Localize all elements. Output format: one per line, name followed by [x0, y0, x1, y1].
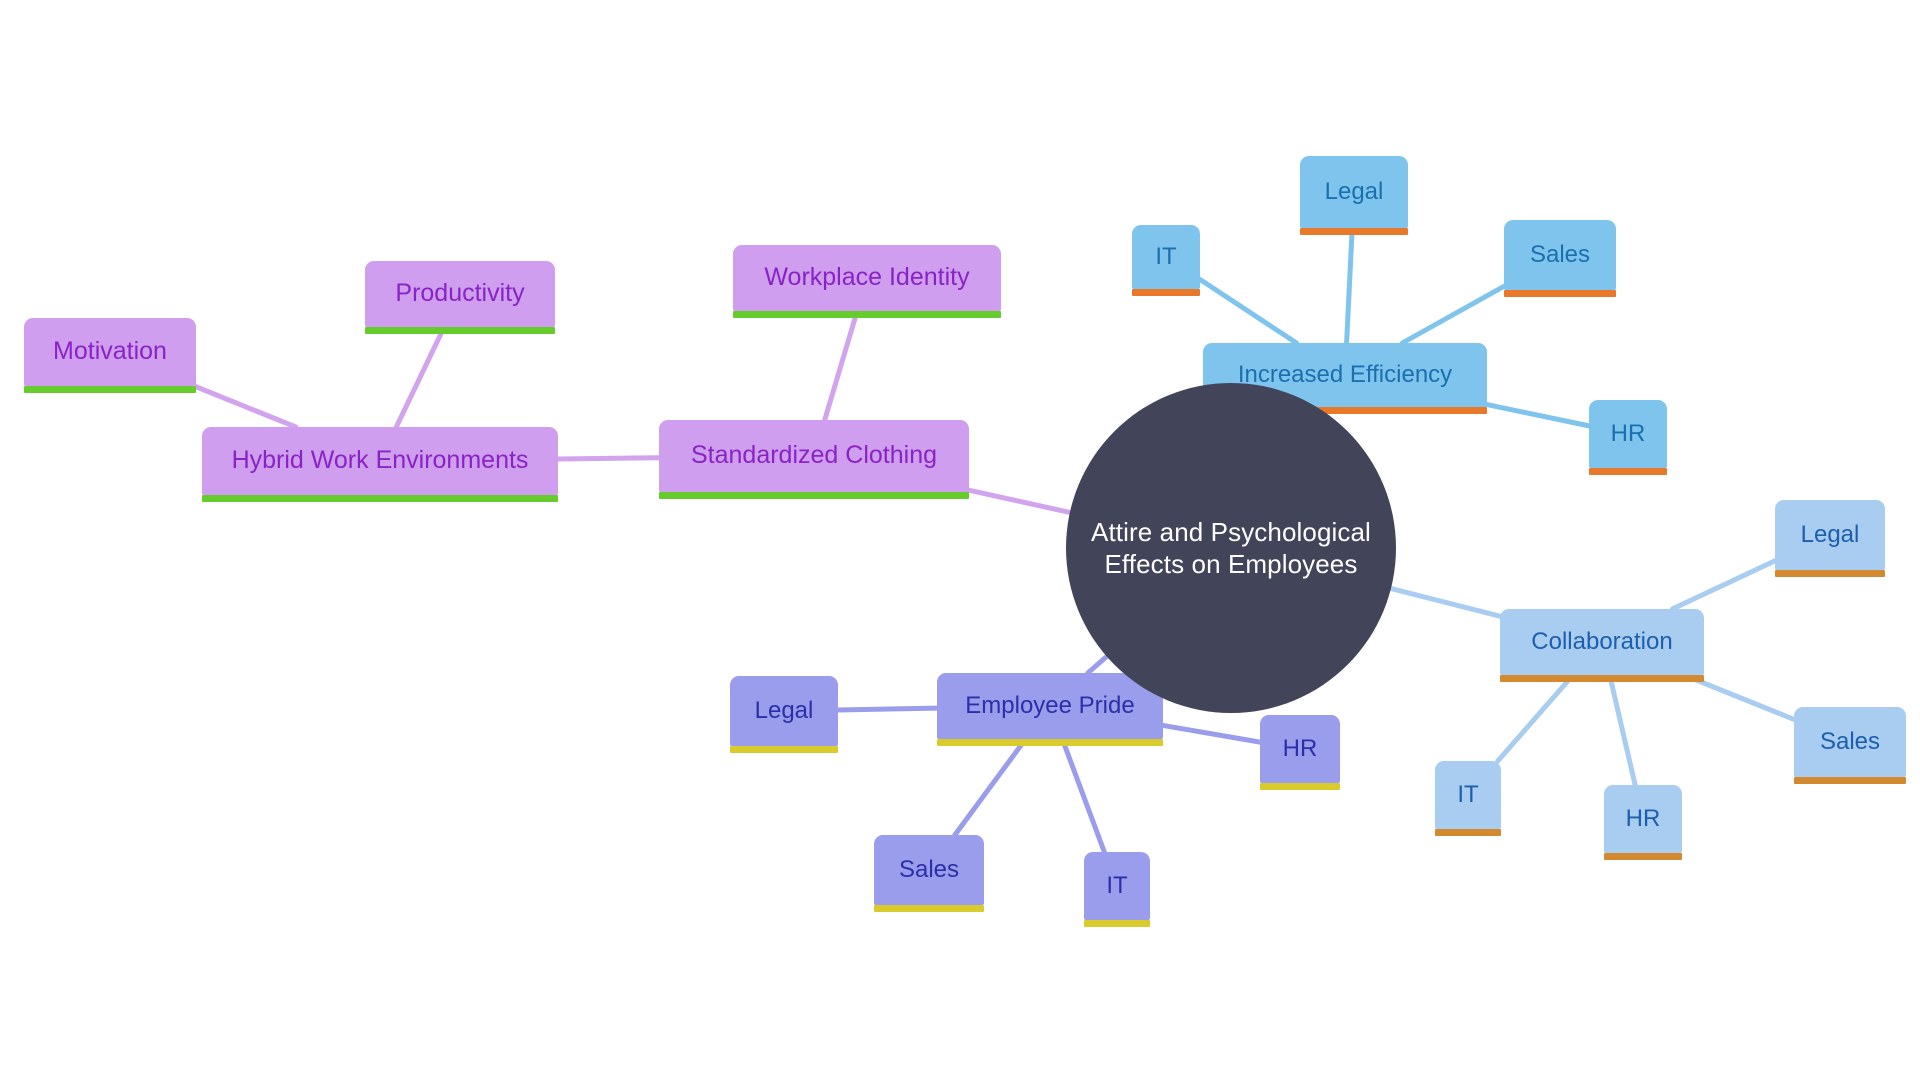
- node-label: Collaboration: [1531, 627, 1673, 655]
- mindmap-node-pride-it[interactable]: IT: [1084, 852, 1150, 927]
- node-underline: [365, 327, 555, 334]
- node-label: Standardized Clothing: [691, 441, 937, 470]
- node-underline: [1504, 290, 1616, 297]
- node-label: Productivity: [395, 279, 525, 308]
- mindmap-node-eff-sales[interactable]: Sales: [1504, 220, 1616, 297]
- mindmap-node-hybrid-work-environments[interactable]: Hybrid Work Environments: [202, 427, 558, 502]
- node-label: IT: [1457, 780, 1479, 808]
- node-underline: [733, 311, 1001, 318]
- mindmap-node-eff-legal[interactable]: Legal: [1300, 156, 1408, 235]
- mindmap-edge-col-root-to-col-legal: [1669, 558, 1778, 612]
- node-label: Workplace Identity: [764, 263, 970, 292]
- mindmap-canvas: Standardized Clothing Workplace Identity H…: [0, 0, 1920, 1080]
- mindmap-edge-standardized-clothing-to-workplace-identity: [822, 308, 860, 423]
- node-underline: [730, 746, 838, 753]
- node-underline: [1260, 783, 1340, 790]
- node-label: Hybrid Work Environments: [231, 446, 529, 475]
- mindmap-edge-eff-root-to-eff-hr: [1484, 402, 1592, 429]
- node-underline: [659, 492, 969, 499]
- mindmap-edge-center-to-col-root: [1388, 586, 1503, 619]
- mindmap-edge-eff-root-to-eff-it: [1197, 276, 1299, 346]
- node-underline: [937, 739, 1163, 746]
- node-label: Employee Pride: [965, 691, 1135, 719]
- node-underline: [1084, 920, 1150, 927]
- mindmap-edge-pride-root-to-pride-sales: [952, 736, 1029, 838]
- mindmap-edge-eff-root-to-eff-sales: [1399, 283, 1507, 346]
- mindmap-edge-hybrid-work-environments-to-motivation: [191, 383, 299, 430]
- mindmap-node-pride-legal[interactable]: Legal: [730, 676, 838, 753]
- mindmap-center-node[interactable]: Attire and Psychological Effects on Empl…: [1066, 383, 1396, 713]
- node-underline: [1300, 228, 1408, 235]
- mindmap-edge-pride-root-to-pride-hr: [1160, 722, 1263, 745]
- node-underline: [1435, 829, 1501, 836]
- mindmap-edge-eff-root-to-eff-legal: [1344, 225, 1355, 346]
- mindmap-edge-pride-root-to-pride-it: [1059, 736, 1107, 855]
- node-underline: [1794, 777, 1906, 784]
- node-label: Motivation: [53, 337, 167, 366]
- mindmap-node-pride-sales[interactable]: Sales: [874, 835, 984, 912]
- node-underline: [874, 905, 984, 912]
- node-underline: [1132, 289, 1200, 296]
- node-label: Legal: [754, 696, 814, 724]
- mindmap-edge-center-to-standardized-clothing: [966, 487, 1073, 515]
- node-label: Sales: [1819, 727, 1881, 755]
- node-underline: [202, 495, 558, 502]
- mindmap-node-col-root[interactable]: Collaboration: [1500, 609, 1704, 682]
- mindmap-edge-col-root-to-col-hr: [1607, 672, 1638, 788]
- node-label: Sales: [1529, 240, 1591, 268]
- node-label: HR: [1610, 419, 1646, 447]
- mindmap-node-productivity[interactable]: Productivity: [365, 261, 555, 334]
- mindmap-node-eff-hr[interactable]: HR: [1589, 400, 1667, 475]
- node-label: HR: [1282, 734, 1318, 762]
- mindmap-node-standardized-clothing[interactable]: Standardized Clothing: [659, 420, 969, 499]
- mindmap-node-workplace-identity[interactable]: Workplace Identity: [733, 245, 1001, 318]
- node-label: Sales: [898, 855, 960, 883]
- edge-layer: [191, 225, 1797, 855]
- mindmap-edge-standardized-clothing-to-hybrid-work-environments: [555, 455, 662, 462]
- node-underline: [24, 386, 196, 393]
- mindmap-edge-col-root-to-col-it: [1495, 672, 1576, 764]
- mindmap-node-eff-it[interactable]: IT: [1132, 225, 1200, 296]
- node-label: IT: [1106, 871, 1128, 899]
- node-underline: [1775, 570, 1885, 577]
- mindmap-edge-pride-root-to-pride-legal: [835, 705, 940, 713]
- node-label: Legal: [1800, 520, 1860, 548]
- node-underline: [1500, 675, 1704, 682]
- mindmap-node-col-it[interactable]: IT: [1435, 761, 1501, 836]
- mindmap-edge-center-to-pride-root: [1085, 654, 1110, 676]
- mindmap-node-pride-root[interactable]: Employee Pride: [937, 673, 1163, 746]
- mindmap-node-col-sales[interactable]: Sales: [1794, 707, 1906, 784]
- node-underline: [1589, 468, 1667, 475]
- mindmap-node-col-hr[interactable]: HR: [1604, 785, 1682, 860]
- node-underline: [1604, 853, 1682, 860]
- mindmap-node-pride-hr[interactable]: HR: [1260, 715, 1340, 790]
- node-label: Legal: [1324, 177, 1384, 205]
- mindmap-edge-hybrid-work-environments-to-productivity: [393, 324, 447, 430]
- center-node-label: Attire and Psychological Effects on Empl…: [1091, 516, 1371, 579]
- node-label: IT: [1155, 242, 1177, 270]
- mindmap-node-motivation[interactable]: Motivation: [24, 318, 196, 393]
- mindmap-node-col-legal[interactable]: Legal: [1775, 500, 1885, 577]
- node-label: HR: [1625, 804, 1661, 832]
